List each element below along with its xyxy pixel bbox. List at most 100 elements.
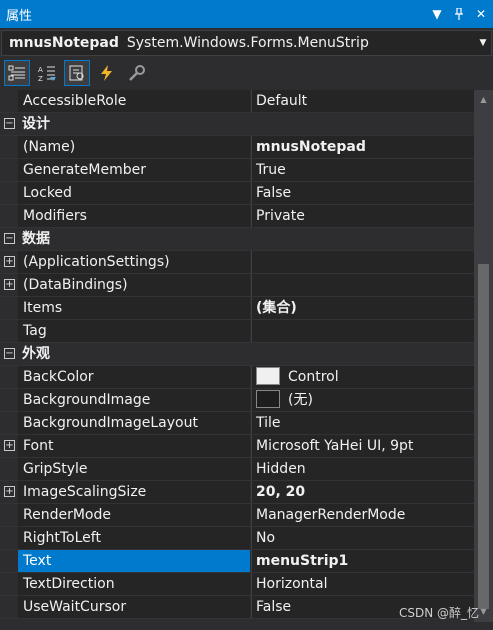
property-value[interactable]: (集合) [251,297,474,319]
property-value[interactable] [251,274,474,296]
property-row[interactable]: RightToLeft No [0,527,474,550]
collapse-icon[interactable]: − [4,233,15,244]
property-name[interactable]: RightToLeft [18,527,250,549]
property-row[interactable]: + Font Microsoft YaHei UI, 9pt [0,435,474,458]
property-name[interactable]: TextDirection [18,573,250,595]
properties-button[interactable] [64,60,90,86]
events-button[interactable] [94,60,120,86]
property-row[interactable]: BackgroundImage (无) [0,389,474,412]
property-row[interactable]: BackgroundImageLayout Tile [0,412,474,435]
property-value[interactable]: Hidden [251,458,474,480]
category-name: 数据 [22,231,50,247]
property-row[interactable]: BackColor Control [0,366,474,389]
property-name[interactable]: (Name) [18,136,250,158]
property-name[interactable]: BackgroundImageLayout [18,412,250,434]
category-name: 设计 [22,116,50,132]
scroll-up-icon[interactable]: ▲ [474,92,493,108]
property-value[interactable]: Microsoft YaHei UI, 9pt [251,435,474,457]
pin-icon[interactable] [449,4,469,24]
alphabetical-icon: A Z [38,66,56,82]
property-row[interactable]: TextDirection Horizontal [0,573,474,596]
property-row[interactable]: Locked False [0,182,474,205]
categorized-icon [8,65,25,81]
categorized-button[interactable] [4,60,30,86]
expand-icon[interactable]: + [4,256,15,267]
property-row[interactable]: Tag [0,320,474,343]
property-name[interactable]: AccessibleRole [18,90,250,112]
close-icon[interactable]: ✕ [471,4,491,24]
property-grid: AccessibleRole Default − 设计 (Name) mnusNotepa… [0,90,474,622]
object-selector[interactable]: mnusNotepad System.Windows.Forms.MenuStr… [1,30,492,56]
property-row[interactable]: Modifiers Private [0,205,474,228]
property-name[interactable]: Items [18,297,250,319]
watermark: CSDN @醉_忆 [398,606,479,620]
property-name[interactable]: BackColor [18,366,250,388]
property-name[interactable]: Text [18,550,250,572]
property-value[interactable]: (无) [251,389,474,411]
property-value[interactable] [251,251,474,273]
property-pages-icon [129,65,145,81]
property-name[interactable]: ImageScalingSize [18,481,250,503]
alphabetical-button[interactable]: A Z [34,60,60,86]
property-value[interactable]: 20, 20 [251,481,474,503]
property-value[interactable]: No [251,527,474,549]
expand-icon[interactable]: + [4,440,15,451]
expand-icon[interactable]: + [4,279,15,290]
property-value[interactable]: Private [251,205,474,227]
property-value[interactable]: True [251,159,474,181]
property-row[interactable]: + (DataBindings) [0,274,474,297]
property-row[interactable]: Items (集合) [0,297,474,320]
property-name[interactable]: UseWaitCursor [18,596,250,618]
svg-text:A: A [38,66,43,74]
title-bar: 属性 ▼ ✕ [0,0,493,28]
category-row[interactable]: − 设计 [0,113,474,136]
scrollbar-thumb[interactable] [478,264,489,609]
vertical-scrollbar[interactable]: ▲ ▼ [474,90,493,622]
properties-icon [69,65,84,81]
property-pages-button[interactable] [124,60,150,86]
property-name[interactable]: Tag [18,320,250,342]
object-name: mnusNotepad [9,35,119,51]
property-toolbar: A Z [0,58,493,88]
color-swatch [256,389,280,408]
property-name[interactable]: BackgroundImage [18,389,250,411]
property-name[interactable]: Modifiers [18,205,250,227]
property-row[interactable]: Text menuStrip1 [0,550,474,573]
property-row[interactable]: GripStyle Hidden [0,458,474,481]
collapse-icon[interactable]: − [4,118,15,129]
collapse-icon[interactable]: − [4,348,15,359]
property-value-text: Control [288,369,339,385]
category-name: 外观 [22,346,50,362]
property-name[interactable]: Font [18,435,250,457]
property-name[interactable]: GenerateMember [18,159,250,181]
property-row[interactable]: RenderMode ManagerRenderMode [0,504,474,527]
chevron-down-icon[interactable]: ▼ [475,38,491,48]
property-name[interactable]: RenderMode [18,504,250,526]
property-row[interactable]: + (ApplicationSettings) [0,251,474,274]
property-value[interactable]: False [251,182,474,204]
property-name[interactable]: GripStyle [18,458,250,480]
property-value[interactable]: mnusNotepad [251,136,474,158]
property-value[interactable] [251,320,474,342]
property-name[interactable]: (ApplicationSettings) [18,251,250,273]
property-value[interactable]: Horizontal [251,573,474,595]
events-icon [101,65,112,81]
property-row[interactable]: GenerateMember True [0,159,474,182]
property-name[interactable]: (DataBindings) [18,274,250,296]
property-row[interactable]: (Name) mnusNotepad [0,136,474,159]
property-value[interactable]: Tile [251,412,474,434]
svg-text:Z: Z [38,75,43,82]
property-value[interactable]: Default [251,90,474,112]
property-value[interactable]: ManagerRenderMode [251,504,474,526]
property-value[interactable]: menuStrip1 [251,550,474,572]
property-row[interactable]: AccessibleRole Default [0,90,474,113]
chevron-down-icon[interactable]: ▼ [427,4,447,24]
property-row[interactable]: + ImageScalingSize 20, 20 [0,481,474,504]
expand-icon[interactable]: + [4,486,15,497]
window-title: 属性 [6,8,33,24]
category-row[interactable]: − 外观 [0,343,474,366]
property-value[interactable]: Control [251,366,474,388]
object-type: System.Windows.Forms.MenuStrip [126,35,369,51]
property-name[interactable]: Locked [18,182,250,204]
category-row[interactable]: − 数据 [0,228,474,251]
